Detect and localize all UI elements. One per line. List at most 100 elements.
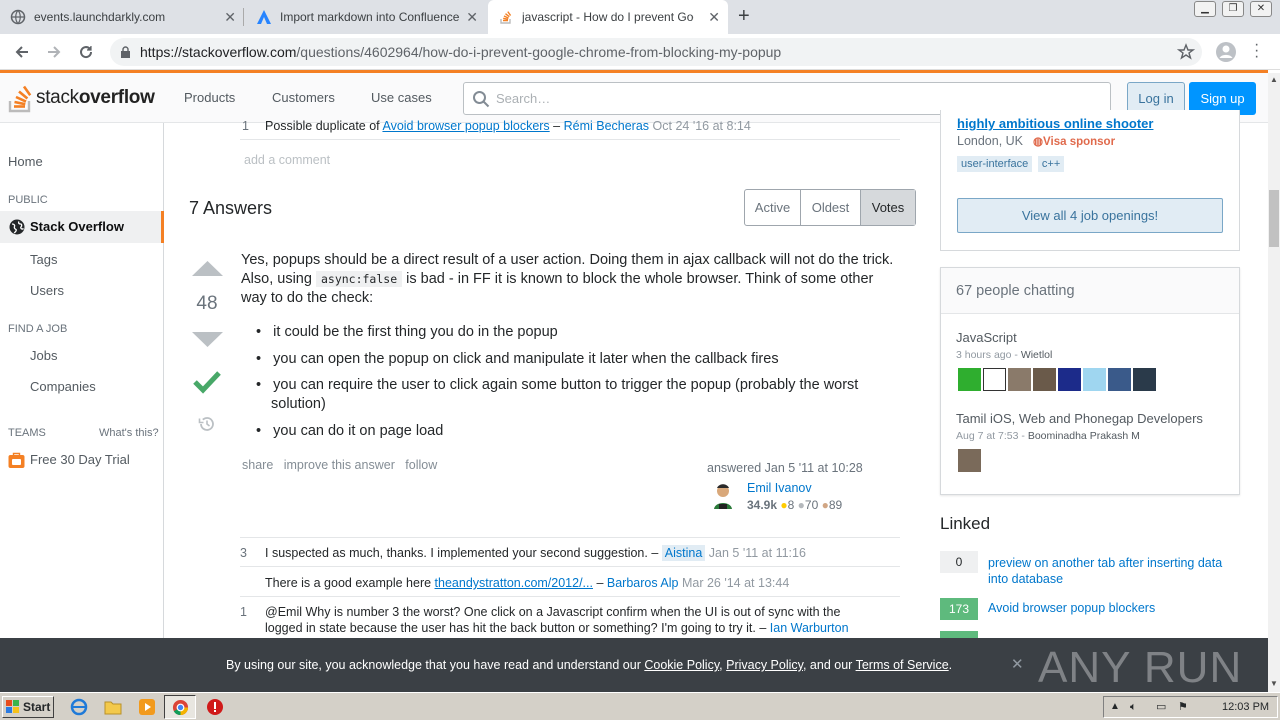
linked-question-link[interactable]: preview on another tab after inserting d… <box>988 555 1238 587</box>
terms-of-service-link[interactable]: Terms of Service <box>856 658 949 672</box>
rep-score: 34.9k <box>747 498 778 512</box>
chat-room-name[interactable]: Tamil iOS, Web and Phonegap Developers <box>956 411 1203 426</box>
comment-user[interactable]: Rémi Becheras <box>564 119 649 133</box>
sidebar-section-public: PUBLIC <box>8 194 48 206</box>
page-scrollbar[interactable]: ▲ ▼ <box>1268 73 1280 692</box>
comment-body: @Emil Why is number 3 the worst? One cli… <box>265 604 885 636</box>
scrollbar-thumb[interactable] <box>1269 190 1279 247</box>
add-comment-link[interactable]: add a comment <box>244 153 330 167</box>
tag[interactable]: user-interface <box>957 156 1033 172</box>
volume-icon[interactable]: 🔈︎ <box>1130 697 1137 717</box>
improve-answer-link[interactable]: improve this answer <box>284 458 395 472</box>
follow-link[interactable]: follow <box>405 458 437 472</box>
comment-link[interactable]: theandystratton.com/2012/... <box>435 576 593 590</box>
comment-body: Possible duplicate of Avoid browser popu… <box>265 119 751 133</box>
close-tab-icon[interactable]: ✕ <box>224 9 236 26</box>
avatar[interactable] <box>1083 368 1106 391</box>
maximize-icon[interactable]: ❐ <box>1222 1 1244 17</box>
job-title-link[interactable]: highly ambitious online shooter <box>957 116 1153 131</box>
scroll-down-arrow-icon[interactable]: ▼ <box>1270 679 1278 688</box>
back-icon[interactable] <box>14 44 30 60</box>
close-tab-icon[interactable]: ✕ <box>466 9 478 26</box>
comment-user[interactable]: Ian Warburton <box>770 621 849 635</box>
forward-icon[interactable] <box>46 44 62 60</box>
comment-user[interactable]: Aistina <box>661 545 706 561</box>
linked-title: Linked <box>940 514 991 533</box>
chat-room-name[interactable]: JavaScript <box>956 330 1017 345</box>
nav-customers[interactable]: Customers <box>272 90 335 105</box>
avatar[interactable] <box>958 449 981 472</box>
history-icon[interactable] <box>198 415 216 433</box>
chat-room-user[interactable]: Boominadha Prakash M <box>1028 430 1140 442</box>
url-field[interactable]: https://stackoverflow.com/questions/4602… <box>110 38 1202 66</box>
left-sidebar: Home PUBLIC Stack Overflow Tags Users FI… <box>0 123 164 638</box>
sidebar-item-stackoverflow[interactable]: Stack Overflow <box>0 211 164 243</box>
author-name[interactable]: Emil Ivanov <box>747 481 812 495</box>
close-window-icon[interactable]: ✕ <box>1250 1 1272 17</box>
browser-tab-stackoverflow[interactable]: javascript - How do I prevent Google ✕ <box>488 0 728 34</box>
cookie-policy-link[interactable]: Cookie Policy <box>644 658 719 672</box>
start-button[interactable]: Start <box>2 696 54 718</box>
bookmark-star-icon[interactable] <box>1177 43 1195 61</box>
sort-tab-oldest[interactable]: Oldest <box>801 190 861 225</box>
comment-item: There is a good example here theandystra… <box>240 574 900 597</box>
browser-tab-confluence[interactable]: Import markdown into Confluence ✕ <box>246 0 486 34</box>
whats-this-link[interactable]: What's this? <box>99 427 159 439</box>
sidebar-item-jobs[interactable]: Jobs <box>30 348 57 363</box>
logo-text-stack: stack <box>36 87 79 108</box>
sidebar-item-users[interactable]: Users <box>30 283 64 298</box>
upvote-arrow-icon[interactable] <box>191 260 224 277</box>
folder-icon[interactable] <box>104 698 122 716</box>
reload-icon[interactable] <box>78 44 94 60</box>
sidebar-item-home[interactable]: Home <box>8 154 43 169</box>
chrome-menu-icon[interactable]: · · · <box>1254 37 1259 65</box>
avatar[interactable] <box>958 368 981 391</box>
close-tab-icon[interactable]: ✕ <box>708 9 720 26</box>
taskbar-chrome-button[interactable] <box>164 695 196 719</box>
tray-expand-icon[interactable]: ▲ <box>1110 697 1120 717</box>
privacy-policy-link[interactable]: Privacy Policy <box>726 658 803 672</box>
sort-tab-votes[interactable]: Votes <box>861 190 915 225</box>
chat-room-user[interactable]: Wietlol <box>1021 349 1053 361</box>
media-player-icon[interactable] <box>138 698 156 716</box>
downvote-arrow-icon[interactable] <box>191 331 224 348</box>
answer-paragraph-2: Also, using async:false is bad - in FF i… <box>241 270 873 289</box>
avatar[interactable] <box>1108 368 1131 391</box>
answered-time: answered Jan 5 '11 at 10:28 <box>707 461 863 475</box>
comment-user[interactable]: Barbaros Alp <box>607 576 679 590</box>
cookie-close-icon[interactable]: ✕ <box>1011 655 1024 673</box>
view-jobs-button[interactable]: View all 4 job openings! <box>957 198 1223 233</box>
answer-paragraph-3: way to do the check: <box>241 290 374 306</box>
nav-products[interactable]: Products <box>184 90 235 105</box>
new-tab-button[interactable]: + <box>738 5 750 28</box>
scroll-up-arrow-icon[interactable]: ▲ <box>1270 75 1278 84</box>
browser-tab-launchdarkly[interactable]: events.launchdarkly.com ✕ <box>0 0 244 34</box>
stop-alert-icon[interactable] <box>206 698 224 716</box>
linked-question-link[interactable]: Avoid browser popup blockers <box>988 601 1155 615</box>
windows-taskbar: Start ▲ 🔈︎ ▭ ⚑ 12:03 PM <box>0 692 1280 720</box>
user-avatar[interactable] <box>708 480 738 510</box>
nav-use-cases[interactable]: Use cases <box>371 90 432 105</box>
avatar[interactable] <box>1033 368 1056 391</box>
free-trial-link[interactable]: Free 30 Day Trial <box>30 452 130 467</box>
action-center-flag-icon[interactable]: ⚑ <box>1178 697 1188 717</box>
comment-link[interactable]: Avoid browser popup blockers <box>382 119 549 133</box>
sidebar-section-find-a-job: FIND A JOB <box>8 323 68 335</box>
sidebar-item-companies[interactable]: Companies <box>30 379 96 394</box>
stackoverflow-logo[interactable]: stack overflow <box>8 82 155 114</box>
avatar[interactable] <box>1058 368 1081 391</box>
avatar[interactable] <box>1133 368 1156 391</box>
minimize-icon[interactable]: ▁ <box>1194 1 1216 17</box>
comment-text: There is a good example here <box>265 576 435 590</box>
profile-avatar-icon[interactable] <box>1215 41 1237 63</box>
job-tags: user-interface c++ <box>957 155 1066 172</box>
tag[interactable]: c++ <box>1037 156 1065 172</box>
chat-avatars <box>958 368 1156 391</box>
avatar[interactable] <box>983 368 1006 391</box>
sidebar-item-tags[interactable]: Tags <box>30 252 57 267</box>
share-link[interactable]: share <box>242 458 273 472</box>
internet-explorer-icon[interactable] <box>70 698 88 716</box>
network-icon[interactable]: ▭ <box>1156 697 1166 717</box>
sort-tab-active[interactable]: Active <box>745 190 801 225</box>
avatar[interactable] <box>1008 368 1031 391</box>
